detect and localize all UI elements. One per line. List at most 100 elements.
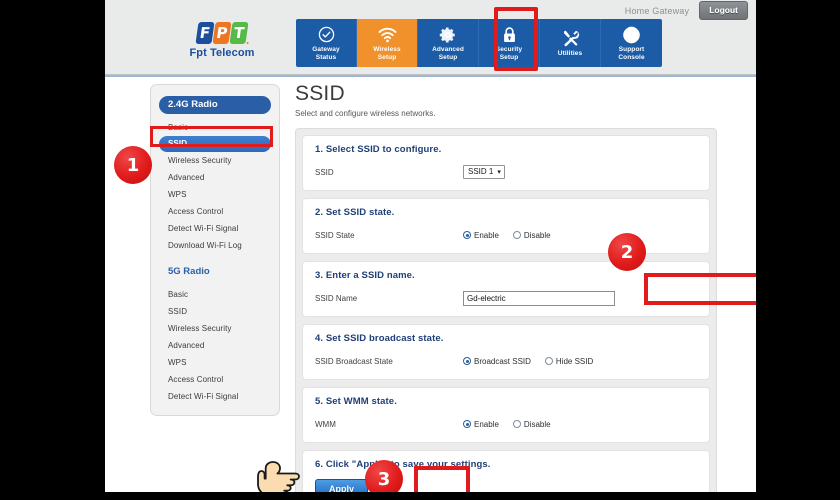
card-ssid-name: 3. Enter a SSID name. SSID Name bbox=[302, 261, 710, 317]
radio-dot-wmm-disable-icon bbox=[512, 420, 521, 428]
wifi-icon bbox=[378, 25, 397, 44]
sidebar-item-5g-advanced[interactable]: Advanced bbox=[159, 337, 271, 354]
sidebar-group-title-24g: 2.4G Radio bbox=[159, 96, 271, 114]
sidebar-item-24g-ssid[interactable]: SSID bbox=[159, 136, 271, 152]
lock-icon bbox=[502, 25, 517, 44]
nav-item-advanced-setup[interactable]: Advanced Setup bbox=[418, 19, 479, 67]
tools-icon bbox=[561, 29, 580, 48]
row-ssid-name: SSID Name bbox=[315, 290, 697, 306]
radio-wmm-enable[interactable]: Enable bbox=[463, 420, 499, 429]
logo-letter-t: T bbox=[229, 22, 249, 44]
sidebar-item-5g-wps[interactable]: WPS bbox=[159, 354, 271, 371]
sidebar-item-5g-wireless-security[interactable]: Wireless Security bbox=[159, 320, 271, 337]
sidebar-item-5g-ssid[interactable]: SSID bbox=[159, 303, 271, 320]
nav-item-utilities[interactable]: Utilities bbox=[540, 19, 601, 67]
row-broadcast-state: SSID Broadcast State Broadcast SSID Hide… bbox=[315, 353, 697, 369]
settings-panel: 1. Select SSID to configure. SSID SSID 1… bbox=[295, 128, 717, 492]
label-wmm: WMM bbox=[315, 419, 336, 429]
sidebar-item-24g-basic[interactable]: Basic bbox=[159, 119, 271, 136]
radio-hide-ssid[interactable]: Hide SSID bbox=[544, 356, 594, 366]
radio-dot-enable-icon bbox=[463, 231, 471, 239]
page-title: SSID bbox=[295, 82, 345, 105]
header-topbar: Home Gateway Logout bbox=[625, 1, 748, 20]
logo-marks: F P T bbox=[167, 20, 277, 44]
nav-item-gateway-status[interactable]: Gateway Status bbox=[296, 19, 357, 67]
home-gateway-label: Home Gateway bbox=[624, 5, 690, 16]
nav-item-support-console[interactable]: Support Console bbox=[601, 19, 662, 67]
card-title-select-ssid: 1. Select SSID to configure. bbox=[315, 144, 442, 155]
sidebar-item-5g-basic[interactable]: Basic bbox=[159, 286, 271, 303]
sidebar-item-24g-access-control[interactable]: Access Control bbox=[159, 203, 271, 220]
radio-ssid-state-disable[interactable]: Disable bbox=[512, 230, 551, 240]
support-icon bbox=[622, 25, 641, 44]
logout-button[interactable]: Logout bbox=[699, 1, 748, 20]
nav-item-security-setup[interactable]: Security Setup bbox=[479, 19, 540, 67]
letterbox-bottom bbox=[0, 492, 840, 500]
gear-icon bbox=[439, 25, 457, 44]
letterbox-right bbox=[756, 0, 840, 500]
radio-label-wmm-disable: Disable bbox=[523, 419, 551, 429]
card-apply: 6. Click "Apply" to save your settings. … bbox=[302, 450, 710, 492]
sidebar-item-24g-detect-wifi[interactable]: Detect Wi-Fi Signal bbox=[159, 220, 271, 237]
radio-dot-wmm-enable-icon bbox=[463, 420, 471, 428]
sidebar-item-24g-wps[interactable]: WPS bbox=[159, 186, 271, 203]
ssid-name-input[interactable] bbox=[463, 290, 615, 306]
check-circle-icon bbox=[318, 25, 335, 44]
nav-label-utilities: Utilities bbox=[557, 49, 583, 57]
sidebar-item-5g-access-control[interactable]: Access Control bbox=[159, 371, 271, 388]
nav-label-security-setup: Security Setup bbox=[495, 46, 523, 61]
radio-label-ssid-state-disable: Disable bbox=[523, 230, 551, 240]
radio-broadcast-ssid[interactable]: Broadcast SSID bbox=[463, 357, 531, 366]
radio-label-broadcast-ssid: Broadcast SSID bbox=[474, 356, 531, 366]
radio-label-wmm-enable: Enable bbox=[474, 419, 499, 429]
nav-item-wireless-setup[interactable]: Wireless Setup bbox=[357, 19, 418, 67]
apply-button[interactable]: Apply bbox=[315, 479, 369, 492]
ssid-select-dropdown[interactable]: SSID 1 ▾ bbox=[463, 165, 505, 179]
screenshot-root: Home Gateway Logout F P T Fpt Telecom Ga… bbox=[0, 0, 840, 500]
card-wmm-state: 5. Set WMM state. WMM Enable Disable bbox=[302, 387, 710, 443]
page-subtitle: Select and configure wireless networks. bbox=[295, 109, 436, 118]
nav-label-advanced-setup: Advanced Setup bbox=[432, 46, 464, 61]
row-select-ssid: SSID SSID 1 ▾ bbox=[315, 164, 697, 180]
sidebar-item-24g-wireless-security[interactable]: Wireless Security bbox=[159, 152, 271, 169]
radio-ssid-state-enable[interactable]: Enable bbox=[463, 231, 499, 240]
sidebar-item-5g-detect-wifi[interactable]: Detect Wi-Fi Signal bbox=[159, 388, 271, 405]
letterbox-left bbox=[0, 0, 105, 500]
label-ssid: SSID bbox=[315, 167, 334, 177]
nav-label-support-console: Support Console bbox=[618, 46, 645, 61]
radio-dot-disable-icon bbox=[512, 231, 521, 239]
main-navigation: Gateway Status Wireless Setup Advanced S… bbox=[296, 19, 662, 67]
page-header: Home Gateway Logout F P T Fpt Telecom Ga… bbox=[105, 0, 756, 77]
card-title-ssid-state: 2. Set SSID state. bbox=[315, 207, 395, 218]
nav-label-wireless-setup: Wireless Setup bbox=[373, 46, 401, 61]
label-ssid-state: SSID State bbox=[315, 230, 355, 240]
logo-letter-p: P bbox=[212, 22, 232, 44]
label-broadcast-state: SSID Broadcast State bbox=[315, 356, 393, 366]
browser-viewport: Home Gateway Logout F P T Fpt Telecom Ga… bbox=[105, 0, 756, 492]
sidebar-menu: 2.4G Radio Basic SSID Wireless Security … bbox=[150, 84, 280, 416]
nav-label-gateway-status: Gateway Status bbox=[312, 46, 340, 61]
card-ssid-state: 2. Set SSID state. SSID State Enable Dis… bbox=[302, 198, 710, 254]
card-broadcast-state: 4. Set SSID broadcast state. SSID Broadc… bbox=[302, 324, 710, 380]
card-title-ssid-name: 3. Enter a SSID name. bbox=[315, 270, 415, 281]
radio-group-broadcast-state: Broadcast SSID Hide SSID bbox=[463, 357, 593, 366]
row-wmm-state: WMM Enable Disable bbox=[315, 416, 697, 432]
radio-wmm-disable[interactable]: Disable bbox=[512, 419, 551, 429]
label-ssid-name: SSID Name bbox=[315, 293, 358, 303]
page-body: 2.4G Radio Basic SSID Wireless Security … bbox=[105, 78, 756, 492]
chevron-down-icon: ▾ bbox=[497, 168, 501, 176]
card-select-ssid: 1. Select SSID to configure. SSID SSID 1… bbox=[302, 135, 710, 191]
ssid-select-value: SSID 1 bbox=[468, 167, 494, 176]
logo-wordmark: Fpt Telecom bbox=[189, 47, 255, 59]
radio-group-wmm-state: Enable Disable bbox=[463, 420, 551, 429]
annotation-marker-2: 2 bbox=[608, 233, 646, 271]
sidebar-item-24g-advanced[interactable]: Advanced bbox=[159, 169, 271, 186]
sidebar-group-title-5g: 5G Radio bbox=[168, 266, 210, 277]
fpt-telecom-logo: F P T Fpt Telecom bbox=[167, 20, 277, 59]
logo-letter-f: F bbox=[195, 22, 215, 44]
main-content: SSID Select and configure wireless netwo… bbox=[295, 78, 725, 492]
sidebar-item-24g-download-log[interactable]: Download Wi-Fi Log bbox=[159, 237, 271, 254]
radio-dot-hide-icon bbox=[544, 357, 553, 365]
card-title-wmm-state: 5. Set WMM state. bbox=[315, 396, 397, 407]
radio-label-hide-ssid: Hide SSID bbox=[555, 356, 594, 366]
